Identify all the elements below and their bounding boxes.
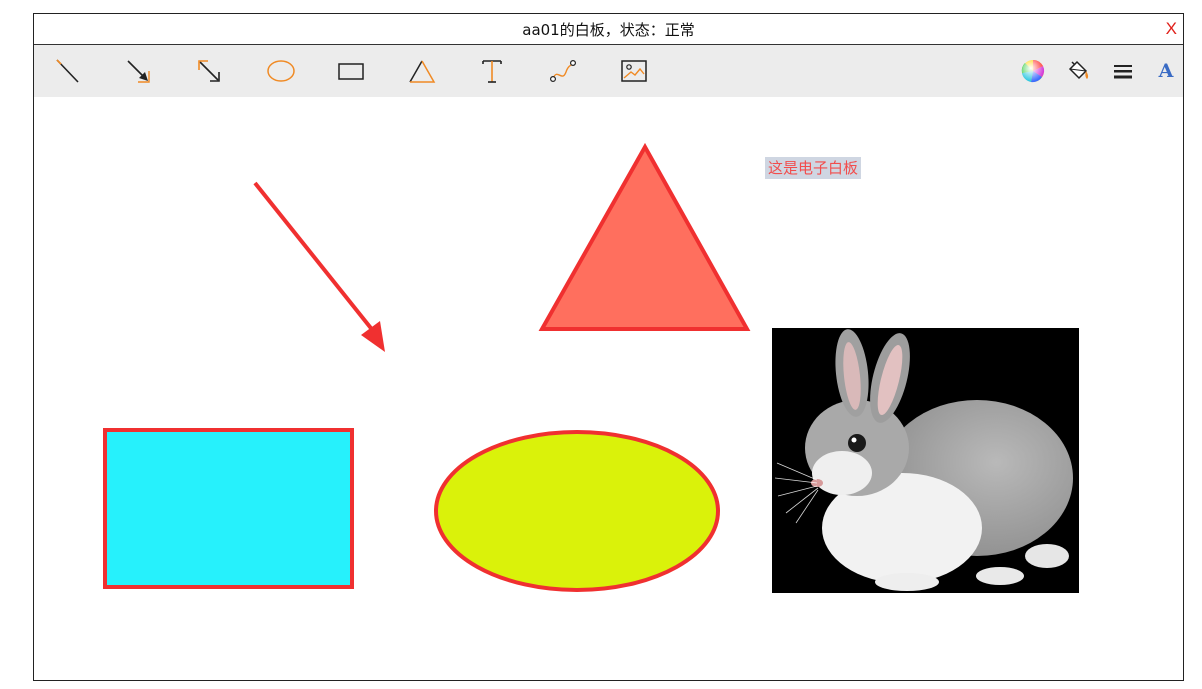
window-title: aa01的白板，状态：正常 <box>522 20 695 39</box>
triangle-shape[interactable] <box>538 142 751 331</box>
text-icon <box>482 60 502 83</box>
rectangle-icon <box>338 63 364 80</box>
toolbar: A <box>34 45 1183 98</box>
line-width-icon <box>1114 65 1132 79</box>
line-icon <box>56 59 79 83</box>
canvas-text-label[interactable]: 这是电子白板 <box>765 157 862 179</box>
color-picker-button[interactable] <box>1018 56 1048 86</box>
image-tool-button[interactable] <box>619 56 649 86</box>
line-tool-button[interactable] <box>52 56 82 86</box>
fill-tool-button[interactable] <box>1063 56 1093 86</box>
double-arrow-tool-button[interactable] <box>194 56 224 86</box>
rabbit-picture <box>774 329 1073 591</box>
triangle-tool-button[interactable] <box>407 56 437 86</box>
font-icon: A <box>1158 60 1174 82</box>
arrow-head <box>361 321 385 352</box>
whiteboard-window: aa01的白板，状态：正常 X A 这是电子白板 <box>33 13 1184 681</box>
ellipse-icon <box>267 60 295 82</box>
close-button[interactable]: X <box>1166 19 1177 39</box>
arrow-shape[interactable] <box>253 181 376 334</box>
ellipse-shape[interactable] <box>434 430 720 592</box>
rectangle-tool-button[interactable] <box>336 56 366 86</box>
color-wheel-icon <box>1021 59 1045 83</box>
arrow-tool-button[interactable] <box>123 56 153 86</box>
whiteboard-canvas[interactable]: 这是电子白板 <box>34 97 1183 680</box>
line-width-button[interactable] <box>1108 56 1138 86</box>
ellipse-tool-button[interactable] <box>265 56 295 86</box>
paint-bucket-icon <box>1068 60 1089 80</box>
rabbit-image[interactable] <box>772 328 1079 593</box>
arrow-icon <box>127 60 150 83</box>
double-arrow-icon <box>198 60 220 82</box>
image-icon <box>621 60 647 82</box>
curve-icon <box>549 59 577 83</box>
title-bar: aa01的白板，状态：正常 X <box>34 14 1183 45</box>
text-tool-button[interactable] <box>477 56 507 86</box>
font-tool-button[interactable]: A <box>1151 56 1181 86</box>
triangle-icon <box>409 60 436 83</box>
rectangle-shape[interactable] <box>103 428 354 589</box>
curve-tool-button[interactable] <box>548 56 578 86</box>
